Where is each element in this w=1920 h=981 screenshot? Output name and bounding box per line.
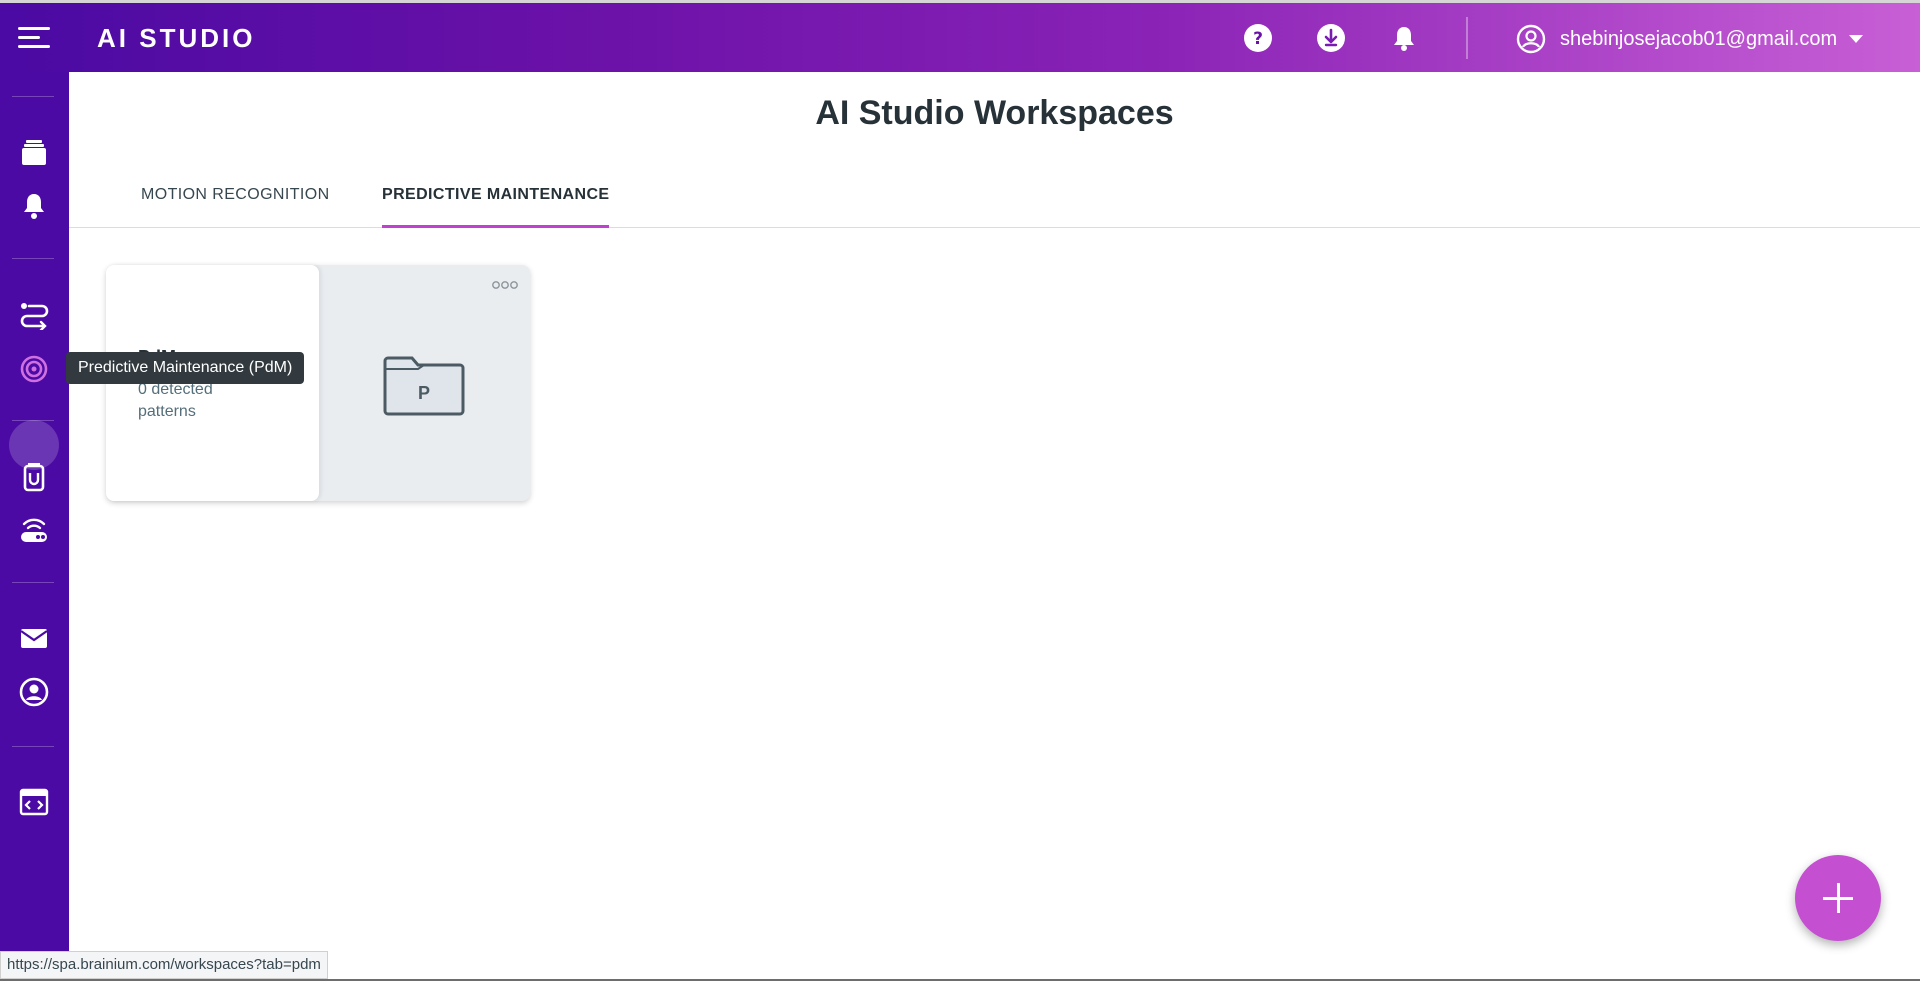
sidebar-divider: [12, 582, 54, 583]
sidebar-divider: [12, 96, 54, 97]
user-menu[interactable]: shebinjosejacob01@gmail.com: [1516, 21, 1864, 57]
user-email: shebinjosejacob01@gmail.com: [1560, 27, 1838, 50]
gateway-icon[interactable]: [18, 514, 50, 546]
device-icon[interactable]: [18, 460, 50, 492]
tab-motion-recognition[interactable]: MOTION RECOGNITION: [141, 186, 330, 228]
svg-text:?: ?: [1253, 29, 1263, 49]
workspace-pattern-count: 0 detected patterns: [138, 381, 213, 420]
projects-icon[interactable]: [18, 136, 50, 168]
topbar-divider: [1466, 17, 1468, 59]
page-title: AI Studio Workspaces: [815, 94, 1174, 132]
status-url: https://spa.brainium.com/workspaces?tab=…: [0, 951, 328, 979]
help-icon[interactable]: ?: [1243, 23, 1273, 53]
menu-icon[interactable]: [18, 27, 50, 49]
folder-letter: P: [417, 383, 430, 403]
workspace-tabs: MOTION RECOGNITION PREDICTIVE MAINTENANC…: [69, 176, 1920, 228]
routes-icon[interactable]: [18, 298, 50, 330]
more-options-icon[interactable]: [492, 279, 518, 291]
notifications-icon[interactable]: [18, 190, 50, 222]
add-workspace-button[interactable]: [1795, 855, 1881, 941]
app-brand[interactable]: AI STUDIO: [97, 23, 255, 54]
sidebar-divider: [12, 746, 54, 747]
sidebar-divider: [12, 420, 54, 421]
profile-icon[interactable]: [18, 676, 50, 708]
sidebar-tooltip: Predictive Maintenance (PdM): [66, 352, 305, 384]
sidebar-divider: [12, 258, 54, 259]
bell-icon[interactable]: [1389, 23, 1419, 53]
chevron-down-icon: [1849, 35, 1864, 43]
mail-icon[interactable]: [18, 622, 50, 654]
code-window-icon[interactable]: [18, 786, 50, 818]
sidebar: [0, 72, 69, 981]
tab-predictive-maintenance[interactable]: PREDICTIVE MAINTENANCE: [382, 186, 610, 228]
account-icon: [1516, 24, 1546, 54]
download-icon[interactable]: [1316, 23, 1346, 53]
top-bar: AI STUDIO ? shebinjosejacob01@gmail.com: [0, 0, 1920, 72]
pdm-icon[interactable]: [18, 353, 50, 385]
